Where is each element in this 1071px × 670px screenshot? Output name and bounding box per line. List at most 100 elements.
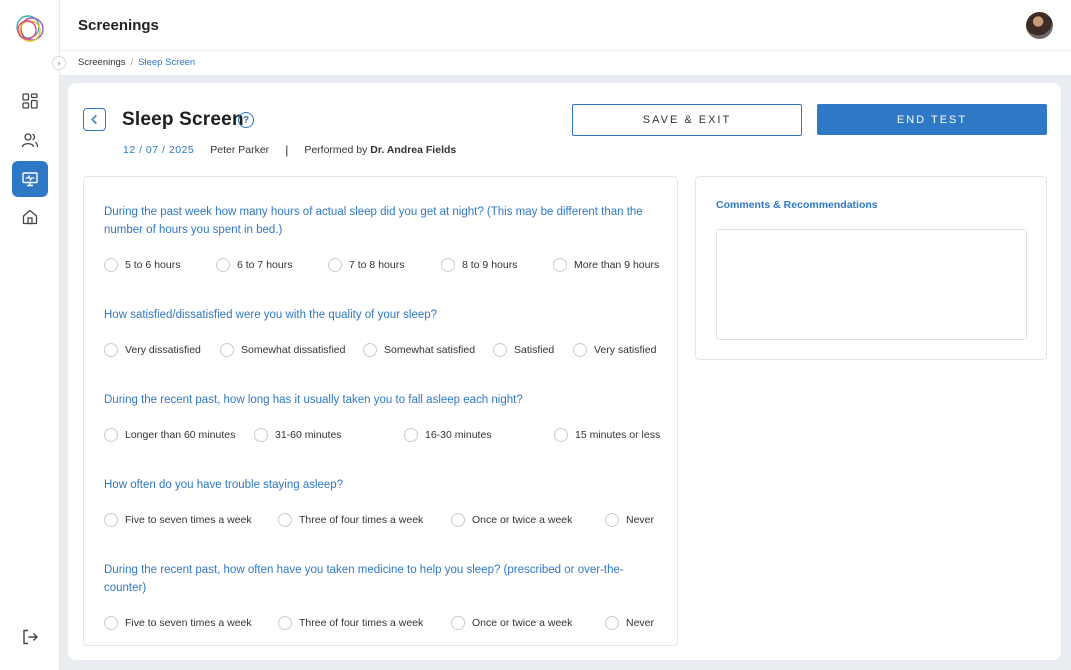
answer-option[interactable]: Once or twice a week: [451, 616, 572, 630]
breadcrumb-bar: › Screenings / Sleep Screen: [52, 51, 1071, 75]
radio-button[interactable]: [441, 258, 455, 272]
question-text: How often do you have trouble staying as…: [104, 479, 344, 491]
answer-option[interactable]: 6 to 7 hours: [216, 258, 292, 272]
radio-button[interactable]: [104, 343, 118, 357]
answer-option[interactable]: 15 minutes or less: [554, 428, 660, 442]
option-label: Longer than 60 minutes: [125, 429, 236, 441]
radio-button[interactable]: [493, 343, 507, 357]
radio-button[interactable]: [278, 616, 292, 630]
radio-button[interactable]: [363, 343, 377, 357]
app-root: Screenings › Screenings / Sleep Screen Sle…: [0, 0, 1071, 670]
option-label: Five to seven times a week: [125, 514, 252, 526]
radio-button[interactable]: [220, 343, 234, 357]
answer-option[interactable]: 8 to 9 hours: [441, 258, 517, 272]
radio-button[interactable]: [573, 343, 587, 357]
content-panel: Sleep Screen ? 12 / 07 / 2025 Peter Park…: [68, 83, 1061, 660]
sidebar-toggle-button[interactable]: ›: [52, 56, 66, 70]
chevron-right-icon: ›: [57, 58, 61, 68]
option-label: 7 to 8 hours: [349, 259, 405, 271]
answer-options: Five to seven times a week Three of four…: [104, 616, 664, 634]
radio-button[interactable]: [104, 513, 118, 527]
user-avatar[interactable]: [1026, 12, 1053, 39]
radio-button[interactable]: [404, 428, 418, 442]
answer-option[interactable]: Five to seven times a week: [104, 513, 252, 527]
radio-button[interactable]: [554, 428, 568, 442]
breadcrumb-parent[interactable]: Screenings: [78, 57, 126, 68]
radio-button[interactable]: [451, 513, 465, 527]
sidebar-item-users[interactable]: [12, 122, 48, 158]
option-label: Somewhat dissatisfied: [241, 344, 346, 356]
radio-button[interactable]: [254, 428, 268, 442]
question-text: During the recent past, how often have y…: [104, 564, 624, 594]
question-text: During the past week how many hours of a…: [104, 206, 643, 236]
patient-name: Peter Parker: [210, 144, 270, 156]
chevron-left-icon: [91, 114, 97, 125]
sidebar: [0, 0, 60, 670]
test-date: 12 / 07 / 2025: [123, 144, 195, 156]
answer-option[interactable]: 31-60 minutes: [254, 428, 342, 442]
question-text: During the recent past, how long has it …: [104, 394, 523, 406]
radio-button[interactable]: [278, 513, 292, 527]
users-icon: [21, 133, 39, 148]
question-4: How often do you have trouble staying as…: [104, 476, 664, 527]
logout-button[interactable]: [20, 627, 40, 647]
answer-option[interactable]: 7 to 8 hours: [328, 258, 404, 272]
option-label: Once or twice a week: [472, 514, 573, 526]
option-label: 6 to 7 hours: [237, 259, 293, 271]
breadcrumb-current: Sleep Screen: [138, 57, 196, 68]
sidebar-item-screenings[interactable]: [12, 161, 48, 197]
radio-button[interactable]: [605, 513, 619, 527]
save-exit-button[interactable]: SAVE & EXIT: [572, 104, 802, 136]
performed-by-label: Performed by: [304, 144, 368, 156]
option-label: Three of four times a week: [299, 617, 424, 629]
answer-options: Longer than 60 minutes 31-60 minutes 16-…: [104, 428, 664, 446]
end-test-button[interactable]: END TEST: [817, 104, 1047, 135]
answer-option[interactable]: Once or twice a week: [451, 513, 572, 527]
back-button[interactable]: [83, 108, 106, 131]
answer-option[interactable]: Never: [605, 616, 654, 630]
option-label: Very dissatisfied: [125, 344, 201, 356]
breadcrumb-separator: /: [130, 57, 134, 68]
option-label: 8 to 9 hours: [462, 259, 518, 271]
radio-button[interactable]: [216, 258, 230, 272]
option-label: Once or twice a week: [472, 617, 573, 629]
screening-monitor-icon: [22, 172, 38, 187]
answer-option[interactable]: 16-30 minutes: [404, 428, 492, 442]
question-1: During the past week how many hours of a…: [104, 203, 664, 272]
option-label: 5 to 6 hours: [125, 259, 181, 271]
sidebar-item-dashboard[interactable]: [12, 83, 48, 119]
sidebar-item-home[interactable]: [12, 199, 48, 235]
answer-option[interactable]: More than 9 hours: [553, 258, 659, 272]
answer-option[interactable]: Never: [605, 513, 654, 527]
answer-options: Very dissatisfied Somewhat dissatisfied …: [104, 343, 664, 361]
option-label: 16-30 minutes: [425, 429, 492, 441]
answer-option[interactable]: Three of four times a week: [278, 616, 423, 630]
answer-option[interactable]: Very dissatisfied: [104, 343, 201, 357]
brand-logo[interactable]: [12, 12, 48, 46]
answer-option[interactable]: Longer than 60 minutes: [104, 428, 235, 442]
logout-icon: [23, 629, 38, 645]
radio-button[interactable]: [104, 258, 118, 272]
answer-option[interactable]: Three of four times a week: [278, 513, 423, 527]
radio-button[interactable]: [328, 258, 342, 272]
radio-button[interactable]: [104, 428, 118, 442]
question-2: How satisfied/dissatisfied were you with…: [104, 306, 664, 357]
radio-button[interactable]: [605, 616, 619, 630]
option-label: 15 minutes or less: [575, 429, 661, 441]
answer-option[interactable]: 5 to 6 hours: [104, 258, 180, 272]
radio-button[interactable]: [451, 616, 465, 630]
question-text: How satisfied/dissatisfied were you with…: [104, 309, 438, 321]
help-icon[interactable]: ?: [238, 112, 254, 128]
radio-button[interactable]: [104, 616, 118, 630]
comments-textarea[interactable]: [716, 229, 1027, 340]
answer-option[interactable]: Satisfied: [493, 343, 554, 357]
answer-option[interactable]: Somewhat dissatisfied: [220, 343, 345, 357]
radio-button[interactable]: [553, 258, 567, 272]
answer-option[interactable]: Somewhat satisfied: [363, 343, 475, 357]
header-title: Screenings: [78, 17, 159, 34]
option-label: Satisfied: [514, 344, 555, 356]
option-label: Very satisfied: [594, 344, 657, 356]
answer-option[interactable]: Very satisfied: [573, 343, 656, 357]
answer-option[interactable]: Five to seven times a week: [104, 616, 252, 630]
option-label: More than 9 hours: [574, 259, 660, 271]
